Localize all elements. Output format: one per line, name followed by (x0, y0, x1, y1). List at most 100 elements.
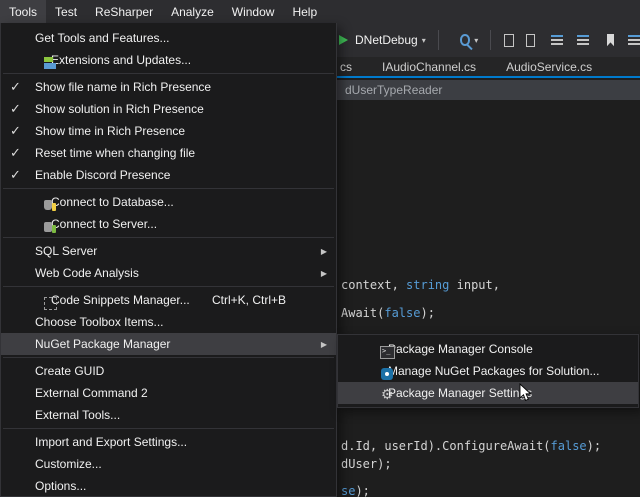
nuget-submenu: Package Manager Console Manage NuGet Pack… (337, 334, 639, 408)
menu-item-label: Options... (35, 479, 86, 493)
menu-item-label: Code Snippets Manager... (51, 293, 190, 307)
menubar-item-help[interactable]: Help (283, 0, 326, 23)
menu-separator (3, 237, 334, 238)
menu-item-enable-discord-presence[interactable]: ✓ Enable Discord Presence (1, 164, 336, 186)
menubar-item-tools[interactable]: Tools (0, 0, 46, 23)
submenu-arrow-icon: ▶ (321, 269, 327, 278)
database-icon (42, 197, 58, 213)
menu-separator (3, 73, 334, 74)
tab-partial[interactable]: cs (340, 60, 352, 74)
output-list-icon[interactable] (551, 35, 563, 46)
menu-item-reset-time-when-changing-file[interactable]: ✓ Reset time when changing file (1, 142, 336, 164)
menu-item-label: Create GUID (35, 364, 104, 378)
menu-item-label: Show solution in Rich Presence (35, 102, 204, 116)
tools-menu: Get Tools and Features... Extensions and … (0, 23, 337, 497)
debug-target-label: DNetDebug (355, 33, 418, 47)
menu-item-label: Enable Discord Presence (35, 168, 170, 182)
submenu-item-manage-nuget-packages-for-solution[interactable]: Manage NuGet Packages for Solution... (338, 360, 638, 382)
check-icon: ✓ (10, 76, 21, 98)
menubar-item-test[interactable]: Test (46, 0, 86, 23)
menu-item-show-solution-in-rich-presence[interactable]: ✓ Show solution in Rich Presence (1, 98, 336, 120)
check-icon: ✓ (10, 98, 21, 120)
menu-item-label: Get Tools and Features... (35, 31, 170, 45)
menu-item-options[interactable]: Options... (1, 475, 336, 497)
console-icon (379, 344, 395, 360)
check-icon: ✓ (10, 120, 21, 142)
menu-item-label: Reset time when changing file (35, 146, 195, 160)
submenu-arrow-icon: ▶ (321, 247, 327, 256)
visual-studio-window: context, string input, Await(false); d.Id,… (0, 0, 640, 497)
menu-item-label: Package Manager Console (388, 342, 533, 356)
menu-item-external-tools[interactable]: External Tools... (1, 404, 336, 426)
code-line: context, string input, (341, 278, 500, 292)
menu-separator (3, 188, 334, 189)
menu-item-label: NuGet Package Manager (35, 337, 170, 351)
menu-separator (3, 286, 334, 287)
menu-item-create-guid[interactable]: Create GUID (1, 360, 336, 382)
error-list-icon[interactable] (577, 35, 589, 46)
start-debug-icon[interactable] (339, 35, 348, 45)
menu-item-choose-toolbox-items[interactable]: Choose Toolbox Items... (1, 311, 336, 333)
submenu-arrow-icon: ▶ (321, 340, 327, 349)
menubar-item-analyze[interactable]: Analyze (162, 0, 223, 23)
menu-item-label: Web Code Analysis (35, 266, 139, 280)
menu-separator (3, 357, 334, 358)
task-list-icon[interactable] (628, 35, 640, 46)
toolbar-separator (490, 30, 491, 50)
code-line: d.Id, userId).ConfigureAwait(false); (341, 439, 601, 453)
code-line: Await(false); (341, 306, 435, 320)
navigation-bar-text: dUserTypeReader (345, 83, 442, 97)
menu-item-import-and-export-settings[interactable]: Import and Export Settings... (1, 431, 336, 453)
menu-item-show-file-name-in-rich-presence[interactable]: ✓ Show file name in Rich Presence (1, 76, 336, 98)
submenu-item-package-manager-settings[interactable]: Package Manager Settings (338, 382, 638, 404)
debug-target-selector[interactable]: DNetDebug ▾ (355, 33, 426, 47)
tab-iaudiochannel[interactable]: IAudioChannel.cs (382, 60, 476, 74)
menu-item-label: Show file name in Rich Presence (35, 80, 211, 94)
code-line: se); (341, 484, 370, 497)
menu-item-label: Choose Toolbox Items... (35, 315, 164, 329)
menu-item-label: Manage NuGet Packages for Solution... (388, 364, 599, 378)
toolbar-separator (438, 30, 439, 50)
menubar-item-resharper[interactable]: ReSharper (86, 0, 162, 23)
menubar: Tools Test ReSharper Analyze Window Help (0, 0, 640, 23)
menu-item-label: External Tools... (35, 408, 120, 422)
menu-item-label: External Command 2 (35, 386, 148, 400)
nuget-package-icon (379, 366, 395, 382)
menu-item-label: Connect to Database... (51, 195, 174, 209)
code-line: dUser); (341, 457, 392, 471)
chevron-down-icon: ▾ (422, 36, 426, 45)
menu-item-show-time-in-rich-presence[interactable]: ✓ Show time in Rich Presence (1, 120, 336, 142)
menu-item-code-snippets-manager[interactable]: Code Snippets Manager... Ctrl+K, Ctrl+B (1, 289, 336, 311)
menu-item-label: Extensions and Updates... (51, 53, 191, 67)
menu-item-label: Connect to Server... (51, 217, 157, 231)
menu-item-customize[interactable]: Customize... (1, 453, 336, 475)
extensions-icon (42, 55, 58, 71)
menubar-item-window[interactable]: Window (223, 0, 284, 23)
menu-item-nuget-package-manager[interactable]: NuGet Package Manager ▶ (1, 333, 336, 355)
open-file-icon[interactable] (504, 34, 514, 47)
menu-item-sql-server[interactable]: SQL Server ▶ (1, 240, 336, 262)
menu-separator (3, 428, 334, 429)
submenu-item-package-manager-console[interactable]: Package Manager Console (338, 338, 638, 360)
check-icon: ✓ (10, 164, 21, 186)
menu-item-label: Import and Export Settings... (35, 435, 187, 449)
chevron-down-icon[interactable]: ▾ (474, 36, 478, 45)
server-icon (42, 219, 58, 235)
gear-icon (379, 388, 395, 404)
bookmark-icon[interactable] (607, 34, 615, 47)
menu-item-external-command-2[interactable]: External Command 2 (1, 382, 336, 404)
tab-audioservice[interactable]: AudioService.cs (506, 60, 592, 74)
menu-item-connect-to-database[interactable]: Connect to Database... (1, 191, 336, 213)
menu-item-label: Customize... (35, 457, 102, 471)
menu-item-web-code-analysis[interactable]: Web Code Analysis ▶ (1, 262, 336, 284)
menu-item-label: Package Manager Settings (388, 386, 532, 400)
save-file-icon[interactable] (526, 34, 536, 47)
menu-shortcut: Ctrl+K, Ctrl+B (212, 293, 286, 307)
menu-item-extensions-and-updates[interactable]: Extensions and Updates... (1, 49, 336, 71)
attach-debugger-icon[interactable] (460, 34, 471, 46)
check-icon: ✓ (10, 142, 21, 164)
menu-item-label: Show time in Rich Presence (35, 124, 185, 138)
menu-item-get-tools-and-features[interactable]: Get Tools and Features... (1, 27, 336, 49)
menu-item-label: SQL Server (35, 244, 97, 258)
menu-item-connect-to-server[interactable]: Connect to Server... (1, 213, 336, 235)
